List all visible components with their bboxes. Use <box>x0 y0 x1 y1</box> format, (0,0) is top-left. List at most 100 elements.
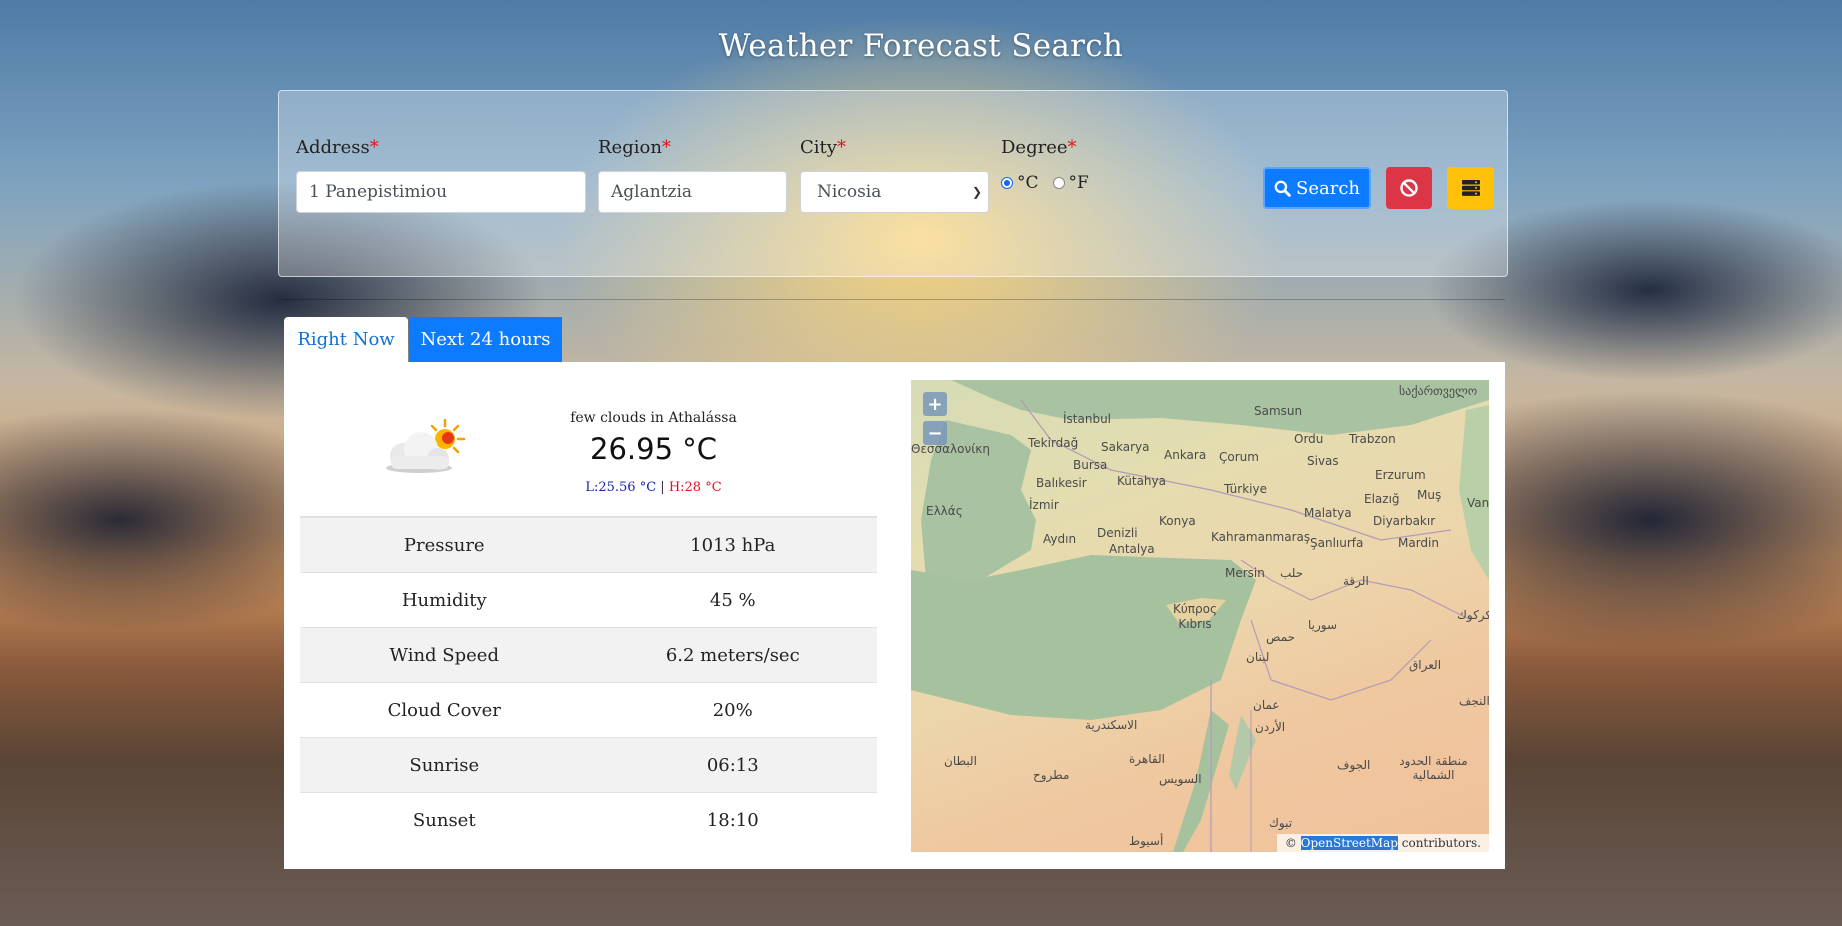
city-label: City* <box>800 137 846 158</box>
map-label: Kahramanmaraş <box>1211 530 1311 544</box>
divider <box>283 299 1505 300</box>
map-label: Antalya <box>1109 542 1155 556</box>
history-button[interactable] <box>1447 167 1494 209</box>
address-label: Address* <box>296 137 379 158</box>
weather-stats-table: Pressure 1013 hPa Humidity 45 % Wind Speed… <box>300 516 877 847</box>
attribution-prefix: © <box>1284 836 1297 850</box>
map-label: Türkiye <box>1224 482 1267 496</box>
clear-button[interactable] <box>1386 167 1432 209</box>
map-label: Samsun <box>1254 404 1303 418</box>
map-label: النجف <box>1459 694 1489 708</box>
map-label: لبنان <box>1246 650 1270 664</box>
stat-label: Humidity <box>300 572 589 628</box>
database-icon <box>1461 180 1480 196</box>
fahrenheit-label: °F <box>1068 173 1089 193</box>
map-label: Denizli <box>1097 526 1138 540</box>
map-label: İstanbul <box>1063 412 1112 426</box>
low-temperature: L:25.56 °C <box>585 480 657 495</box>
map-label: Mardin <box>1398 536 1439 550</box>
search-form: Address* Region* City* Nicosia ❯ Degree*… <box>278 90 1508 277</box>
map-label: مطروح <box>1033 768 1070 782</box>
map-label: منطقة الحدود الشمالية <box>1399 754 1468 782</box>
high-temperature: H:28 °C <box>668 480 722 495</box>
map-label: Tekirdağ <box>1028 436 1079 450</box>
zoom-in-button[interactable]: + <box>923 392 947 416</box>
zoom-out-button[interactable]: − <box>923 421 947 445</box>
map-label: حلب <box>1280 566 1304 580</box>
map-label: Trabzon <box>1349 432 1396 446</box>
few-clouds-icon <box>383 416 468 476</box>
map-label: Erzurum <box>1375 468 1426 482</box>
map-label: العراق <box>1409 658 1442 672</box>
map-label: Konya <box>1159 514 1196 528</box>
temp-separator: | <box>660 480 665 495</box>
map-label: القاهرة <box>1129 752 1165 766</box>
map-label: كركوك <box>1457 608 1489 622</box>
weather-description: few clouds in Athalássa <box>570 410 737 426</box>
search-button-label: Search <box>1296 177 1360 199</box>
map-label: الأردن <box>1255 720 1286 734</box>
fahrenheit-radio[interactable] <box>1052 177 1065 189</box>
map-label: Ankara <box>1164 448 1207 462</box>
stat-value: 20% <box>588 682 877 738</box>
map-label: Elazığ <box>1364 492 1400 506</box>
map-label: حمص <box>1266 630 1296 644</box>
map-label: Muş <box>1417 488 1442 502</box>
map-label: Çorum <box>1219 450 1259 464</box>
map-label: السويس <box>1159 772 1202 786</box>
stat-label: Pressure <box>300 516 589 573</box>
stat-value: 18:10 <box>588 792 877 847</box>
search-icon <box>1274 180 1291 197</box>
map-attribution: © OpenStreetMap contributors. <box>1276 834 1489 852</box>
table-row: Pressure 1013 hPa <box>300 516 877 573</box>
stat-value: 6.2 meters/sec <box>588 627 877 683</box>
map-label: საქართველო <box>1399 384 1478 398</box>
chevron-down-icon: ❯ <box>971 185 982 199</box>
address-input[interactable] <box>296 171 586 213</box>
table-row: Sunset 18:10 <box>300 792 877 847</box>
table-row: Wind Speed 6.2 meters/sec <box>300 627 877 683</box>
map-label: Malatya <box>1304 506 1352 520</box>
city-selected-value: Nicosia <box>817 182 882 202</box>
map-label: Aydın <box>1043 532 1077 546</box>
map[interactable]: İstanbul Samsun Tekirdağ Sakarya Ankara … <box>911 380 1489 852</box>
map-label: Kütahya <box>1117 474 1166 488</box>
stat-label: Cloud Cover <box>300 682 589 738</box>
stat-label: Sunset <box>300 792 589 847</box>
table-row: Sunrise 06:13 <box>300 737 877 793</box>
page-title: Weather Forecast Search <box>718 28 1124 64</box>
degree-label: Degree* <box>1001 137 1077 158</box>
map-label: Van <box>1467 496 1489 510</box>
map-label: Balıkesir <box>1036 476 1087 490</box>
map-label: Θεσσαλονίκη <box>911 442 990 456</box>
table-row: Humidity 45 % <box>300 572 877 628</box>
map-label: Şanlıurfa <box>1310 536 1364 550</box>
map-label: الرقة <box>1343 574 1369 588</box>
map-label: عمان <box>1253 698 1280 712</box>
tab-next-24-hours[interactable]: Next 24 hours <box>409 317 562 362</box>
map-label: Mersin <box>1225 566 1265 580</box>
map-label: البطان <box>944 754 977 768</box>
stat-label: Wind Speed <box>300 627 589 683</box>
map-label: Bursa <box>1073 458 1108 472</box>
region-input[interactable] <box>598 171 787 213</box>
stat-value: 1013 hPa <box>588 516 877 573</box>
map-label: Κύπρος Kıbrıs <box>1172 602 1218 631</box>
map-label: أسيوط <box>1129 834 1164 848</box>
openstreetmap-link[interactable]: OpenStreetMap <box>1300 836 1398 850</box>
weather-card: few clouds in Athalássa 26.95 °C L:25.56… <box>284 362 1505 869</box>
table-row: Cloud Cover 20% <box>300 682 877 738</box>
map-label: İzmir <box>1029 498 1059 512</box>
stat-value: 45 % <box>588 572 877 628</box>
search-button[interactable]: Search <box>1263 167 1371 209</box>
map-label: سوريا <box>1308 618 1338 632</box>
celsius-radio[interactable] <box>1001 177 1013 189</box>
low-high-temperatures: L:25.56 °C | H:28 °C <box>540 480 767 495</box>
region-label: Region* <box>598 137 671 158</box>
attribution-suffix: contributors. <box>1397 836 1481 850</box>
tab-right-now[interactable]: Right Now <box>284 317 408 362</box>
city-select[interactable]: Nicosia ❯ <box>800 171 989 213</box>
degree-radio-group: °C °F <box>1001 173 1089 193</box>
map-label: Ελλάς <box>926 504 963 518</box>
map-label: Sakarya <box>1101 440 1150 454</box>
